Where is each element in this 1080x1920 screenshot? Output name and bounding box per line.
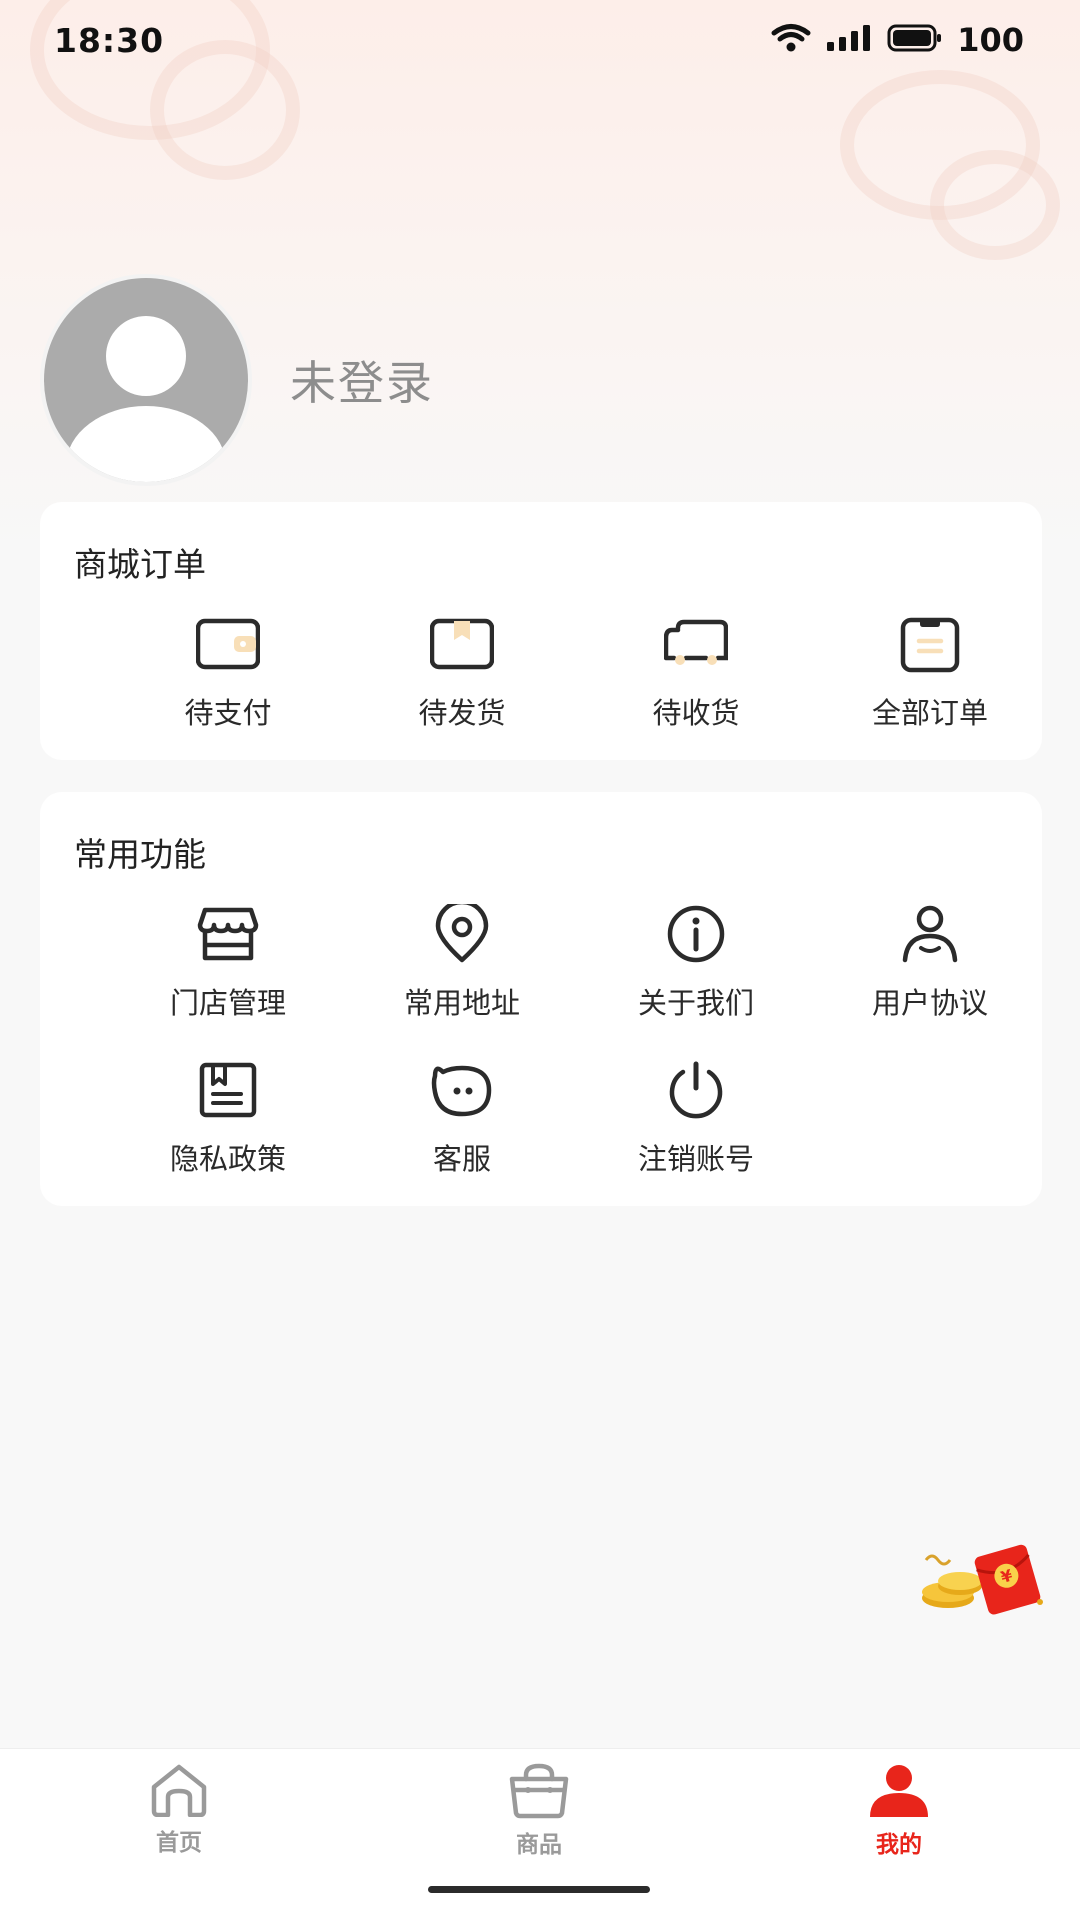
- location-pin-icon: [430, 902, 494, 966]
- status-bar: 18:30 100: [0, 0, 1080, 80]
- function-delete-account[interactable]: 注销账号: [579, 1058, 813, 1178]
- function-about-us[interactable]: 关于我们: [579, 902, 813, 1022]
- tab-bar: 首页 商品 我的: [0, 1748, 1080, 1920]
- function-user-agreement[interactable]: 用户协议: [813, 902, 1047, 1022]
- order-label: 待收货: [652, 696, 740, 730]
- battery-level: 100: [957, 21, 1024, 59]
- power-icon: [664, 1058, 728, 1122]
- order-label: 待支付: [184, 696, 272, 730]
- order-pending-receipt[interactable]: 待收货: [579, 612, 813, 732]
- wallet-icon: [196, 612, 260, 676]
- functions-card: 常用功能 门店管理 常用地址 关于我们 用户协议 隐私政策 客服 注销账号: [40, 792, 1042, 1206]
- order-label: 待发货: [418, 696, 506, 730]
- home-icon: [148, 1763, 210, 1821]
- function-address[interactable]: 常用地址: [345, 902, 579, 1022]
- package-icon: [430, 612, 494, 676]
- store-icon: [196, 902, 260, 966]
- function-privacy-policy[interactable]: 隐私政策: [111, 1058, 345, 1178]
- function-label: 常用地址: [403, 986, 520, 1020]
- order-all[interactable]: 全部订单: [813, 612, 1047, 732]
- tab-label: 我的: [876, 1832, 922, 1858]
- function-label: 客服: [432, 1142, 491, 1176]
- book-icon: [196, 1058, 260, 1122]
- function-label: 注销账号: [637, 1142, 754, 1176]
- function-customer-service[interactable]: 客服: [345, 1058, 579, 1178]
- login-status[interactable]: 未登录: [290, 347, 434, 413]
- user-icon: [898, 902, 962, 966]
- truck-icon: [664, 612, 728, 676]
- order-pending-payment[interactable]: 待支付: [111, 612, 345, 732]
- avatar[interactable]: [44, 278, 248, 482]
- functions-title: 常用功能: [74, 835, 206, 874]
- function-label: 用户协议: [871, 986, 988, 1020]
- battery-icon: [887, 23, 943, 57]
- chat-face-icon: [430, 1058, 494, 1122]
- tab-mine[interactable]: 我的: [819, 1763, 979, 1859]
- orders-card: 商城订单 待支付 待发货 待收货 全部订单: [40, 502, 1042, 760]
- function-store-management[interactable]: 门店管理: [111, 902, 345, 1022]
- orders-title: 商城订单: [74, 545, 206, 584]
- profile-header[interactable]: 未登录: [44, 278, 434, 482]
- info-icon: [664, 902, 728, 966]
- tab-label: 首页: [156, 1830, 202, 1856]
- tab-label: 商品: [516, 1832, 562, 1858]
- function-label: 关于我们: [637, 986, 754, 1020]
- status-time: 18:30: [54, 20, 165, 60]
- tab-home[interactable]: 首页: [99, 1763, 259, 1857]
- clipboard-icon: [898, 612, 962, 676]
- red-packet-icon[interactable]: ¥: [918, 1540, 1048, 1618]
- order-pending-shipment[interactable]: 待发货: [345, 612, 579, 732]
- order-label: 全部订单: [871, 696, 988, 730]
- function-label: 隐私政策: [169, 1142, 286, 1176]
- home-indicator: [428, 1886, 650, 1893]
- wifi-icon: [771, 23, 811, 57]
- function-label: 门店管理: [169, 986, 286, 1020]
- shopping-bag-icon: [508, 1763, 570, 1823]
- person-icon: [868, 1763, 930, 1823]
- tab-products[interactable]: 商品: [459, 1763, 619, 1859]
- signal-icon: [825, 24, 873, 56]
